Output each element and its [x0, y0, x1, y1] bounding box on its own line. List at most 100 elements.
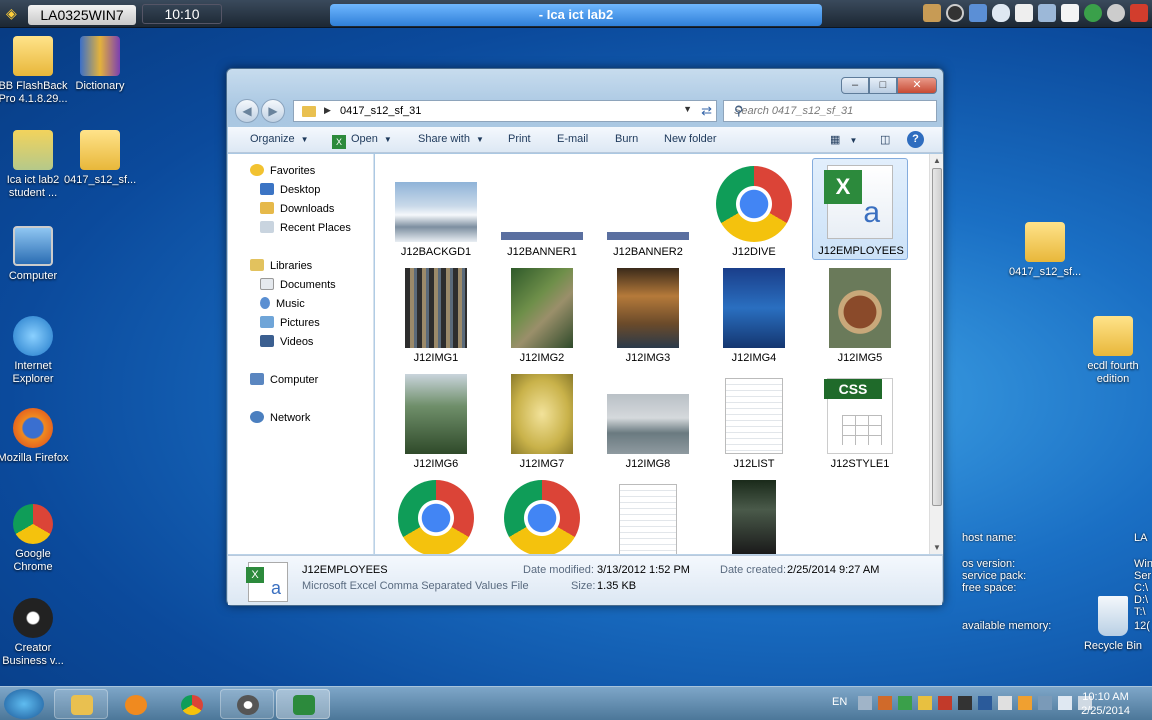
- nav-libraries[interactable]: Libraries: [250, 257, 312, 276]
- file-item[interactable]: CSS J12STYLE1: [812, 374, 908, 472]
- taskbar-media-player[interactable]: [108, 689, 162, 719]
- tray-app-icon[interactable]: [958, 696, 972, 710]
- tray-app-icon[interactable]: [878, 696, 892, 710]
- file-item[interactable]: [388, 480, 484, 554]
- gear-icon[interactable]: [1107, 4, 1125, 22]
- taskbar-creator[interactable]: [220, 689, 274, 719]
- breadcrumb-arrow-icon[interactable]: ▶: [324, 105, 331, 116]
- file-item[interactable]: J12DIVE: [706, 162, 802, 260]
- close-button[interactable]: ✕: [897, 77, 937, 94]
- desktop-icon[interactable]: Google Chrome: [0, 504, 69, 574]
- breadcrumb[interactable]: 0417_s12_sf_31: [340, 105, 421, 117]
- nav-videos[interactable]: Videos: [260, 333, 313, 352]
- nav-desktop[interactable]: Desktop: [260, 181, 320, 200]
- excel-csv-icon: X a: [246, 562, 288, 602]
- new-folder-button[interactable]: New folder: [664, 133, 717, 145]
- file-item[interactable]: J12IMG7: [494, 374, 590, 472]
- taskbar-explorer[interactable]: [54, 689, 108, 719]
- file-item-selected[interactable]: X a J12EMPLOYEES: [812, 158, 908, 260]
- file-item[interactable]: J12IMG8: [600, 374, 696, 472]
- address-bar[interactable]: ▶ 0417_s12_sf_31 ▼ ⇄: [293, 100, 717, 122]
- nav-favorites[interactable]: Favorites: [250, 162, 315, 181]
- tray-app-icon[interactable]: [898, 696, 912, 710]
- nav-computer[interactable]: Computer: [250, 371, 318, 390]
- file-item[interactable]: J12IMG6: [388, 374, 484, 472]
- burn-button[interactable]: Burn: [615, 133, 638, 145]
- desktop-icon[interactable]: ecdl fourth edition: [1077, 316, 1149, 386]
- record-icon[interactable]: [946, 4, 964, 22]
- scroll-thumb[interactable]: [932, 168, 942, 506]
- file-item[interactable]: [706, 480, 802, 554]
- minimize-button[interactable]: –: [841, 77, 869, 94]
- file-item[interactable]: J12BANNER2: [600, 162, 696, 260]
- scroll-down-icon[interactable]: ▼: [933, 543, 941, 552]
- pen-icon[interactable]: [969, 4, 987, 22]
- scroll-up-icon[interactable]: ▲: [933, 156, 941, 165]
- tray-app-icon[interactable]: [978, 696, 992, 710]
- nav-downloads[interactable]: Downloads: [260, 200, 334, 219]
- search-input[interactable]: Search 0417_s12_sf_31 ⚲: [723, 100, 937, 122]
- file-item[interactable]: J12BACKGD1: [388, 162, 484, 260]
- file-item[interactable]: J12IMG5: [812, 268, 908, 366]
- tray-app-icon[interactable]: [1038, 696, 1052, 710]
- desktop-icon[interactable]: Mozilla Firefox: [0, 408, 69, 465]
- window-icon[interactable]: [1061, 4, 1079, 22]
- nav-documents[interactable]: Documents: [260, 276, 336, 295]
- nav-network[interactable]: Network: [250, 409, 310, 428]
- session-logo-icon[interactable]: ◈: [6, 5, 22, 23]
- tray-app-icon[interactable]: [858, 696, 872, 710]
- monitor-icon[interactable]: [1038, 4, 1056, 22]
- open-button[interactable]: X Open ▼: [332, 133, 392, 149]
- globe-icon[interactable]: [1084, 4, 1102, 22]
- tray-app-icon[interactable]: [1018, 696, 1032, 710]
- desktop-icon[interactable]: 0417_s12_sf...: [64, 130, 136, 187]
- nav-pictures[interactable]: Pictures: [260, 314, 320, 333]
- search-icon[interactable]: ⚲: [734, 103, 930, 119]
- file-item[interactable]: J12IMG3: [600, 268, 696, 366]
- cloud-icon[interactable]: [992, 4, 1010, 22]
- file-item[interactable]: J12IMG4: [706, 268, 802, 366]
- screen-icon[interactable]: [1015, 4, 1033, 22]
- volume-icon[interactable]: [1058, 696, 1072, 710]
- vertical-scrollbar[interactable]: ▲ ▼: [929, 154, 943, 554]
- view-options-icon[interactable]: ▦ ▼: [830, 133, 857, 146]
- desktop-icon[interactable]: Dictionary: [64, 36, 136, 93]
- start-button[interactable]: [4, 689, 44, 719]
- file-item[interactable]: J12IMG2: [494, 268, 590, 366]
- forward-button[interactable]: ▶: [261, 99, 285, 123]
- tray-app-icon[interactable]: [918, 696, 932, 710]
- back-button[interactable]: ◀: [235, 99, 259, 123]
- chevron-down-icon[interactable]: ▼: [683, 104, 692, 114]
- file-item[interactable]: J12BANNER1: [494, 162, 590, 260]
- session-title-tab[interactable]: - Ica ict lab2: [330, 4, 822, 26]
- tray-app-icon[interactable]: [938, 696, 952, 710]
- email-button[interactable]: E-mail: [557, 133, 588, 145]
- share-with-button[interactable]: Share with ▼: [418, 133, 484, 145]
- organize-button[interactable]: Organize ▼: [250, 133, 309, 145]
- file-item[interactable]: [600, 480, 696, 554]
- refresh-icon[interactable]: ⇄: [701, 103, 712, 119]
- desktop-icon[interactable]: Creator Business v...: [0, 598, 69, 668]
- file-item[interactable]: J12LIST: [706, 374, 802, 472]
- nav-recent-places[interactable]: Recent Places: [260, 219, 351, 238]
- desktop-icon[interactable]: 0417_s12_sf...: [1009, 222, 1081, 279]
- bug-icon[interactable]: [1130, 4, 1148, 22]
- desktop-icon[interactable]: Internet Explorer: [0, 316, 69, 386]
- taskbar-clock[interactable]: 10:10 AM 2/25/2014: [1081, 690, 1130, 718]
- desktop-icon[interactable]: BB FlashBack Pro 4.1.8.29...: [0, 36, 69, 106]
- taskbar-chrome[interactable]: [164, 689, 218, 719]
- nav-music[interactable]: Music: [260, 295, 305, 314]
- file-item[interactable]: [494, 480, 590, 554]
- taskbar-excel[interactable]: [276, 689, 330, 719]
- maximize-button[interactable]: □: [869, 77, 897, 94]
- toolbox-icon[interactable]: [923, 4, 941, 22]
- desktop-icon[interactable]: Ica ict lab2 student ...: [0, 130, 69, 200]
- preview-pane-icon[interactable]: ◫: [880, 133, 890, 146]
- print-button[interactable]: Print: [508, 133, 531, 145]
- tray-app-icon[interactable]: [998, 696, 1012, 710]
- file-item[interactable]: J12IMG1: [388, 268, 484, 366]
- host-name[interactable]: LA0325WIN7: [28, 5, 136, 25]
- help-icon[interactable]: ?: [907, 131, 924, 148]
- desktop-icon[interactable]: Computer: [0, 226, 69, 283]
- language-indicator[interactable]: EN: [832, 696, 847, 708]
